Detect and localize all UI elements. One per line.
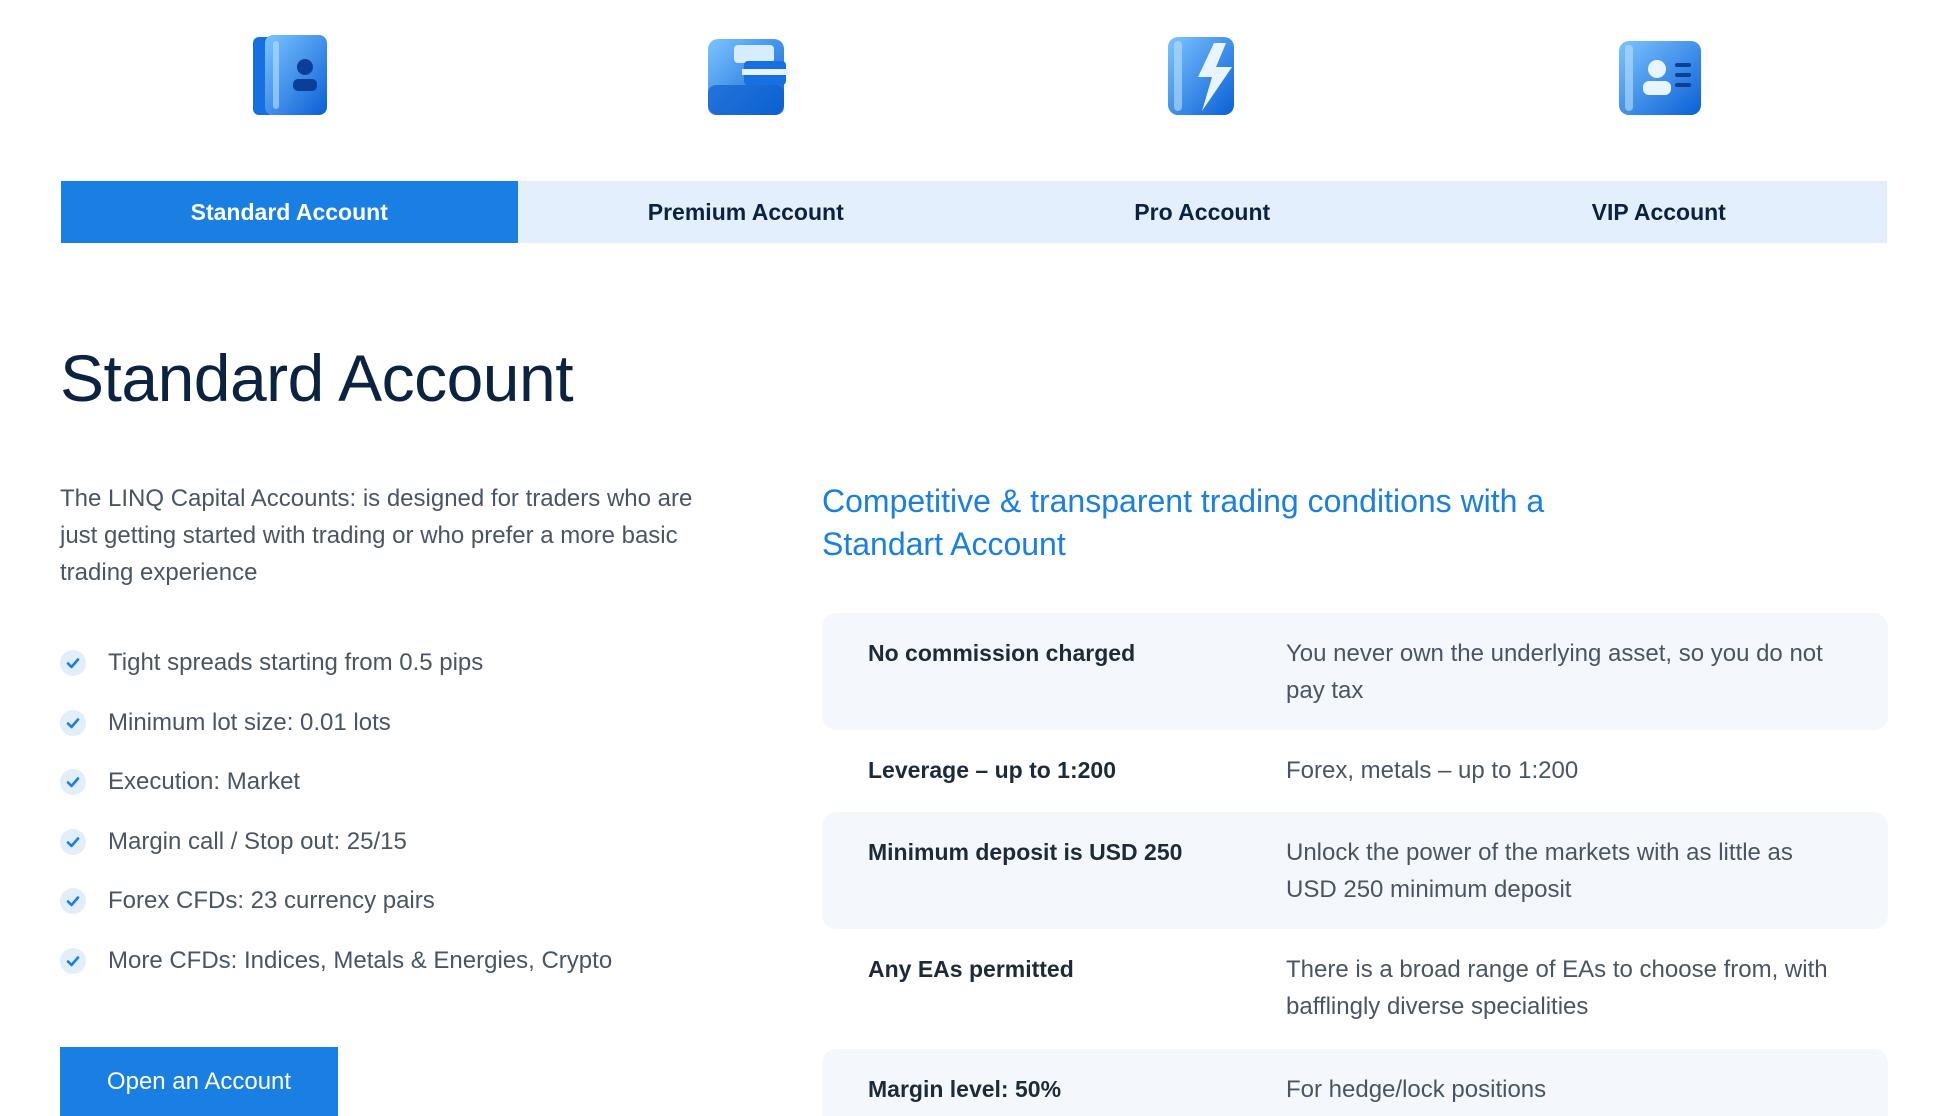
condition-label: Minimum deposit is USD 250 — [868, 839, 1183, 865]
condition-label: No commission charged — [868, 640, 1136, 666]
checkmark-icon — [60, 828, 86, 855]
open-account-button[interactable]: Open an Account — [60, 1047, 338, 1116]
list-item: More CFDs: Indices, Metals & Energies, C… — [60, 946, 612, 976]
vip-account-icon-cell[interactable] — [1431, 22, 1888, 132]
table-row: Minimum deposit is USD 250 Unlock the po… — [822, 812, 1888, 929]
condition-value: Unlock the power of the markets with as … — [1286, 839, 1793, 903]
standard-account-icon-cell[interactable] — [61, 22, 518, 132]
feature-text: More CFDs: Indices, Metals & Energies, C… — [108, 946, 613, 974]
tab-premium-account[interactable]: Premium Account — [518, 181, 975, 243]
table-row: Any EAs permitted There is a broad range… — [822, 929, 1888, 1049]
table-row: No commission charged You never own the … — [822, 613, 1888, 730]
feature-text: Tight spreads starting from 0.5 pips — [108, 649, 484, 676]
tab-pro-account[interactable]: Pro Account — [974, 181, 1431, 243]
feature-text: Execution: Market — [108, 768, 301, 796]
list-item: Forex CFDs: 23 currency pairs — [60, 886, 612, 916]
user-card-icon — [1618, 41, 1701, 115]
condition-label: Any EAs permitted — [868, 956, 1074, 982]
checkmark-icon — [60, 769, 86, 796]
conditions-heading-line-1: Competitive & transparent trading condit… — [822, 483, 1545, 519]
condition-value: Forex, metals – up to 1:200 — [1286, 757, 1579, 784]
conditions-table: No commission charged You never own the … — [822, 613, 1888, 1116]
conditions-heading-line-2: Standart Account — [822, 526, 1066, 562]
pro-account-icon-cell[interactable] — [974, 22, 1431, 132]
table-row: Margin level: 50% For hedge/lock positio… — [822, 1049, 1888, 1116]
list-item: Execution: Market — [60, 767, 612, 797]
feature-text: Margin call / Stop out: 25/15 — [108, 827, 407, 855]
list-item: Tight spreads starting from 0.5 pips — [60, 648, 612, 678]
id-card-folder-icon — [253, 35, 328, 115]
account-intro: The LINQ Capital Accounts: is designed f… — [60, 485, 693, 586]
conditions-heading: Competitive & transparent trading condit… — [822, 480, 1642, 566]
feature-text: Forex CFDs: 23 currency pairs — [108, 887, 435, 915]
condition-label: Leverage – up to 1:200 — [868, 757, 1116, 783]
checkmark-icon — [60, 947, 86, 974]
account-icons-row — [61, 22, 1887, 132]
checkmark-icon — [60, 888, 86, 915]
condition-value: You never own the underlying asset, so y… — [1286, 640, 1823, 704]
checkmark-icon — [60, 709, 86, 736]
table-row: Leverage – up to 1:200 Forex, metals – u… — [822, 730, 1888, 812]
feature-list: Tight spreads starting from 0.5 pips Min… — [60, 648, 612, 1006]
lightning-card-icon — [1168, 37, 1235, 115]
tab-standard-account[interactable]: Standard Account — [61, 181, 518, 243]
tab-vip-account[interactable]: VIP Account — [1431, 181, 1888, 243]
checkmark-icon — [60, 650, 86, 676]
feature-text: Minimum lot size: 0.01 lots — [108, 708, 391, 736]
condition-value: For hedge/lock positions — [1286, 1076, 1547, 1103]
condition-value: There is a broad range of EAs to choose … — [1286, 956, 1828, 1020]
briefcase-icon — [707, 39, 788, 115]
list-item: Minimum lot size: 0.01 lots — [60, 708, 612, 738]
account-tabs: Standard Account Premium Account Pro Acc… — [61, 181, 1887, 243]
page-title: Standard Account — [60, 341, 574, 415]
list-item: Margin call / Stop out: 25/15 — [60, 827, 612, 857]
premium-account-icon-cell[interactable] — [518, 22, 975, 132]
condition-label: Margin level: 50% — [868, 1076, 1062, 1102]
